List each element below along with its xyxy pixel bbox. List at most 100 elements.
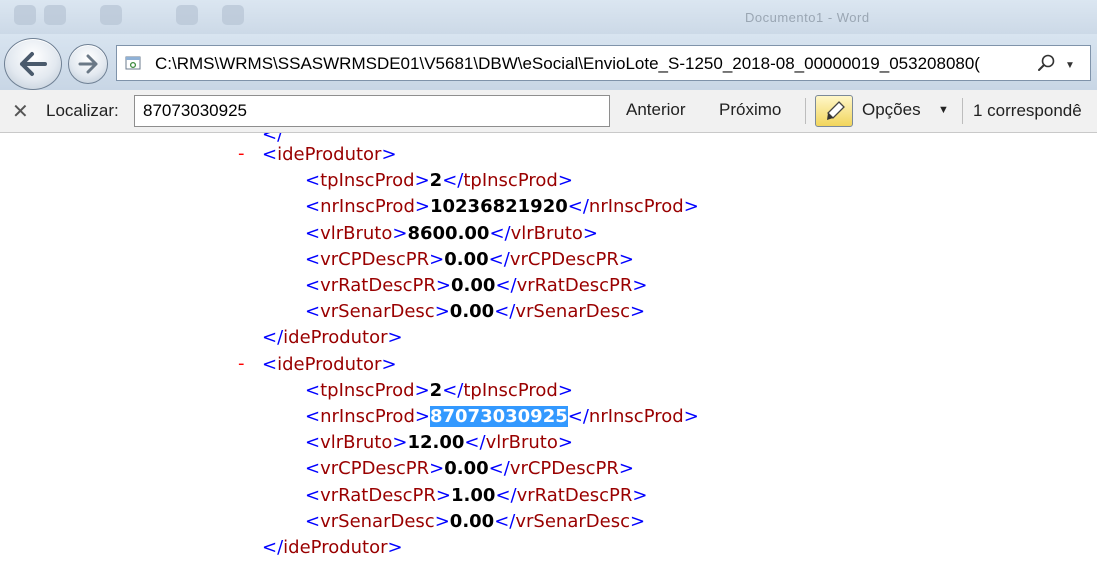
forward-arrow-icon bbox=[78, 54, 98, 74]
xml-bracket: > bbox=[434, 301, 450, 323]
xml-tag-name: vrRatDescPR bbox=[516, 484, 633, 506]
xml-tag-name: ideProdutor bbox=[283, 537, 388, 558]
xml-bracket: < bbox=[305, 379, 321, 401]
search-match: 87073030925 bbox=[429, 406, 568, 427]
xml-field: <vrCPDescPR>0.00</vrCPDescPR> bbox=[305, 457, 634, 481]
window-title: Documento1 - Word bbox=[745, 10, 870, 25]
close-icon[interactable]: ✕ bbox=[12, 99, 29, 124]
address-bar[interactable]: C:\RMS\WRMS\SSASWRMSDE01\V5681\DBW\eSoci… bbox=[116, 45, 1091, 81]
xml-tag-name: tpInscProd bbox=[463, 379, 558, 401]
find-input[interactable] bbox=[134, 95, 610, 127]
xml-bracket: > bbox=[392, 432, 408, 454]
xml-value: 2 bbox=[429, 379, 443, 401]
chevron-down-icon[interactable]: ▼ bbox=[938, 104, 949, 116]
xml-bracket: > bbox=[387, 537, 403, 558]
find-label: Localizar: bbox=[46, 101, 119, 120]
xml-field: <vrSenarDesc>0.00</vrSenarDesc> bbox=[305, 510, 645, 534]
xml-bracket: </ bbox=[464, 432, 486, 454]
xml-value: 0.00 bbox=[449, 301, 495, 323]
xml-tag-name: vlrBruto bbox=[485, 432, 558, 454]
xml-bracket: < bbox=[305, 196, 321, 218]
xml-bracket: > bbox=[414, 379, 430, 401]
xml-bracket: </ bbox=[442, 379, 464, 401]
xml-bracket: < bbox=[305, 458, 321, 480]
xml-bracket: < bbox=[305, 432, 321, 454]
xml-bracket: < bbox=[262, 353, 278, 375]
xml-field: <tpInscProd>2</tpInscProd> bbox=[305, 379, 573, 403]
xml-bracket: > bbox=[435, 484, 452, 506]
xml-bracket: </ bbox=[567, 196, 589, 218]
xml-bracket: < bbox=[305, 301, 321, 323]
xml-bracket: > bbox=[629, 301, 646, 323]
xml-bracket: > bbox=[632, 484, 648, 506]
xml-bracket: > bbox=[629, 510, 646, 532]
collapse-toggle[interactable]: - bbox=[238, 353, 245, 374]
xml-bracket: < bbox=[262, 144, 278, 165]
xml-line: < bbox=[262, 562, 277, 567]
xml-tag-name: vrRatDescPR bbox=[320, 484, 436, 506]
xml-field: <tpInscProd>2</tpInscProd> bbox=[305, 169, 573, 193]
xml-close-tag: </ideProdutor> bbox=[262, 536, 403, 560]
xml-bracket: > bbox=[557, 379, 573, 401]
find-previous-button[interactable]: Anterior bbox=[626, 100, 686, 120]
xml-value: 0.00 bbox=[449, 510, 495, 532]
xml-tag-name: vrSenarDesc bbox=[320, 301, 435, 323]
divider bbox=[962, 98, 963, 124]
xml-bracket: < bbox=[305, 510, 321, 532]
forward-button[interactable] bbox=[68, 44, 108, 84]
xml-value: 2 bbox=[429, 170, 443, 192]
xml-bracket: </ bbox=[488, 248, 510, 270]
xml-bracket: > bbox=[414, 406, 430, 427]
chevron-down-icon[interactable]: ▼ bbox=[1065, 60, 1075, 71]
xml-bracket: > bbox=[557, 170, 573, 192]
xml-tag-name: vrSenarDesc bbox=[320, 510, 435, 532]
xml-tag-name: vlrBruto bbox=[320, 432, 393, 454]
xml-field: <vlrBruto>8600.00</vlrBruto> bbox=[305, 222, 598, 246]
xml-value: 8600.00 bbox=[407, 222, 490, 244]
xml-tag-name: vlrBruto bbox=[320, 222, 393, 244]
xml-bracket: > bbox=[429, 248, 445, 270]
back-arrow-icon bbox=[20, 52, 47, 76]
xml-field: <nrInscProd>10236821920</nrInscProd> bbox=[305, 195, 699, 219]
xml-tag-name: vrSenarDesc bbox=[515, 301, 630, 323]
xml-tag-name: tpInscProd bbox=[463, 170, 558, 192]
xml-bracket: > bbox=[618, 248, 634, 270]
xml-bracket: > bbox=[414, 196, 430, 218]
xml-field: <vrRatDescPR>1.00</vrRatDescPR> bbox=[305, 484, 648, 508]
xml-bracket: > bbox=[414, 170, 430, 192]
undo-icon bbox=[100, 5, 122, 25]
xml-tag-name: ideProdutor bbox=[283, 327, 388, 349]
xml-value: 0.00 bbox=[451, 275, 496, 296]
xml-bracket: < bbox=[305, 275, 321, 296]
xml-bracket: </ bbox=[495, 275, 517, 296]
xml-tag-name: vrCPDescPR bbox=[509, 248, 619, 270]
xml-open-tag: <ideProdutor> bbox=[262, 353, 397, 377]
xml-open-tag: <ideProdutor> bbox=[262, 143, 397, 167]
collapse-toggle[interactable]: - bbox=[238, 143, 245, 164]
xml-document-view: </- <ideProdutor> <tpInscProd>2</tpInscPro… bbox=[0, 133, 1097, 567]
xml-bracket: > bbox=[618, 458, 634, 480]
app-icon bbox=[14, 5, 36, 25]
xml-field: <vrSenarDesc>0.00</vrSenarDesc> bbox=[305, 300, 645, 324]
xml-bracket: > bbox=[435, 275, 452, 296]
redo-icon bbox=[176, 5, 198, 25]
xml-tag-name: vrCPDescPR bbox=[320, 458, 430, 480]
search-icon[interactable] bbox=[1037, 53, 1057, 73]
xml-tag-name: ideProdutor bbox=[277, 353, 382, 375]
address-url[interactable]: C:\RMS\WRMS\SSASWRMSDE01\V5681\DBW\eSoci… bbox=[155, 54, 1035, 74]
xml-tag-name: vrRatDescPR bbox=[516, 275, 633, 296]
find-next-button[interactable]: Próximo bbox=[719, 100, 781, 120]
navigation-bar: C:\RMS\WRMS\SSASWRMSDE01\V5681\DBW\eSoci… bbox=[0, 34, 1097, 91]
xml-tag-name: vrCPDescPR bbox=[509, 458, 619, 480]
xml-tag-name: tpInscProd bbox=[320, 170, 415, 192]
highlight-matches-button[interactable] bbox=[815, 95, 853, 127]
match-count: 1 correspondê bbox=[973, 101, 1082, 120]
xml-tag-name: ideProdutor bbox=[277, 144, 382, 165]
xml-field: <vrCPDescPR>0.00</vrCPDescPR> bbox=[305, 248, 634, 272]
xml-field: <nrInscProd>87073030925</nrInscProd> bbox=[305, 405, 699, 429]
back-button[interactable] bbox=[4, 38, 62, 90]
find-options-button[interactable]: Opções bbox=[862, 100, 921, 120]
xml-bracket: </ bbox=[494, 510, 516, 532]
xml-bracket: > bbox=[632, 275, 648, 296]
xml-value: 10236821920 bbox=[429, 196, 568, 218]
